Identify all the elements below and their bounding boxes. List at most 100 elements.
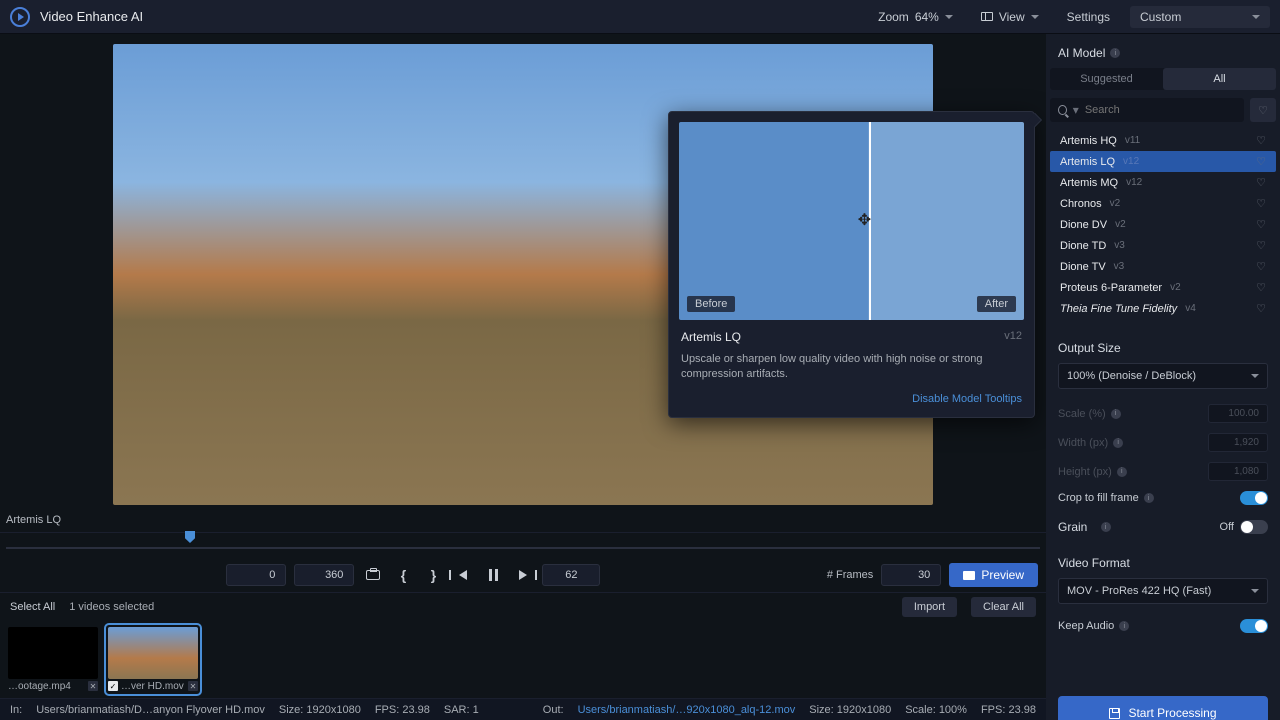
favorite-button[interactable]: ♡	[1256, 155, 1266, 168]
in-frame-input[interactable]: 0	[226, 564, 286, 586]
out-path-link[interactable]: Users/brianmatiash/…920x1080_alq-12.mov	[578, 704, 796, 716]
crop-row: Crop to fill frame	[1046, 486, 1280, 510]
model-row[interactable]: Theia Fine Tune Fidelityv4♡	[1050, 298, 1276, 319]
current-frame-input[interactable]: 62	[542, 564, 600, 586]
settings-button[interactable]: Settings	[1067, 10, 1110, 24]
crop-toggle[interactable]	[1240, 491, 1268, 505]
model-name: Dione TV	[1060, 261, 1106, 273]
disable-tooltips-link[interactable]: Disable Model Tooltips	[681, 393, 1022, 405]
model-name: Proteus 6-Parameter	[1060, 282, 1162, 294]
chevron-down-icon	[1251, 589, 1259, 593]
info-icon[interactable]	[1117, 467, 1127, 477]
prev-frame-button[interactable]	[452, 564, 474, 586]
info-icon[interactable]	[1119, 621, 1129, 631]
import-button[interactable]: Import	[902, 597, 957, 617]
video-thumbnail[interactable]: …ootage.mp4 ✕	[8, 627, 98, 692]
start-processing-button[interactable]: Start Processing	[1058, 696, 1268, 720]
preview-button[interactable]: Preview	[949, 563, 1038, 587]
prev-icon	[459, 570, 467, 580]
keep-audio-toggle[interactable]	[1240, 619, 1268, 633]
favorite-button[interactable]: ♡	[1256, 302, 1266, 315]
video-viewport[interactable]: Artemis LQ ✥ Before After Artemis LQ v12	[0, 34, 1046, 532]
preset-select[interactable]: Custom	[1130, 6, 1270, 28]
title-bar: Video Enhance AI Zoom 64% View Settings …	[0, 0, 1280, 34]
clear-all-button[interactable]: Clear All	[971, 597, 1036, 617]
favorite-button[interactable]: ♡	[1256, 281, 1266, 294]
model-row[interactable]: Dione TVv3♡	[1050, 256, 1276, 277]
zoom-value: 64%	[915, 10, 939, 24]
zoom-label: Zoom	[878, 10, 909, 24]
before-badge: Before	[687, 296, 735, 312]
tab-all[interactable]: All	[1163, 68, 1276, 90]
height-value: 1,080	[1208, 462, 1268, 481]
model-version: v4	[1185, 303, 1196, 314]
model-row[interactable]: Dione DVv2♡	[1050, 214, 1276, 235]
width-row: Width (px) 1,920	[1046, 428, 1280, 457]
select-all-button[interactable]: Select All	[10, 601, 55, 613]
app-title: Video Enhance AI	[40, 9, 143, 24]
favorite-button[interactable]: ♡	[1256, 218, 1266, 231]
thumbnail-filename: …ootage.mp4	[8, 681, 85, 692]
pause-icon	[489, 569, 498, 581]
remove-thumbnail-button[interactable]: ✕	[188, 681, 198, 691]
model-row[interactable]: Chronosv2♡	[1050, 193, 1276, 214]
before-after-compare[interactable]: ✥ Before After	[679, 122, 1024, 320]
model-row[interactable]: Proteus 6-Parameterv2♡	[1050, 277, 1276, 298]
tooltip-model-version: v12	[1004, 330, 1022, 344]
height-row: Height (px) 1,080	[1046, 457, 1280, 486]
frames-input[interactable]: 30	[881, 564, 941, 586]
thumbnail-image	[8, 627, 98, 679]
tab-suggested[interactable]: Suggested	[1050, 68, 1163, 90]
mark-in-button[interactable]	[392, 564, 414, 586]
info-icon[interactable]	[1144, 493, 1154, 503]
zoom-control[interactable]: Zoom 64%	[878, 10, 953, 24]
ai-model-heading: AI Model	[1046, 34, 1280, 68]
grain-toggle[interactable]	[1240, 520, 1268, 534]
save-icon	[1109, 708, 1120, 719]
view-control[interactable]: View	[973, 6, 1047, 28]
scale-value: 100.00	[1208, 404, 1268, 423]
compare-slider-handle[interactable]: ✥	[858, 210, 880, 232]
heart-icon: ♡	[1258, 104, 1268, 117]
next-frame-button[interactable]	[512, 564, 534, 586]
keep-audio-row: Keep Audio	[1046, 614, 1280, 638]
remove-thumbnail-button[interactable]: ✕	[88, 681, 98, 691]
favorite-button[interactable]: ♡	[1256, 197, 1266, 210]
model-row[interactable]: Artemis HQ v11 ♡	[1050, 130, 1276, 151]
info-icon[interactable]	[1101, 522, 1111, 532]
chevron-down-icon	[945, 15, 953, 19]
out-frame-input[interactable]: 360	[294, 564, 354, 586]
favorite-button[interactable]: ♡	[1256, 176, 1266, 189]
chevron-down-icon	[1031, 15, 1039, 19]
favorite-button[interactable]: ♡	[1256, 260, 1266, 273]
output-size-select[interactable]: 100% (Denoise / DeBlock)	[1058, 363, 1268, 389]
model-version: v2	[1115, 219, 1126, 230]
info-icon[interactable]	[1111, 409, 1121, 419]
selected-count: 1 videos selected	[69, 601, 154, 613]
out-fps: FPS: 23.98	[981, 704, 1036, 716]
model-name: Artemis HQ	[1060, 135, 1117, 147]
pause-button[interactable]	[482, 564, 504, 586]
favorite-button[interactable]: ♡	[1256, 134, 1266, 147]
model-row[interactable]: Artemis LQv12♡	[1050, 151, 1276, 172]
snapshot-button[interactable]	[362, 564, 384, 586]
width-value: 1,920	[1208, 433, 1268, 452]
info-icon[interactable]	[1113, 438, 1123, 448]
favorite-button[interactable]: ♡	[1256, 239, 1266, 252]
timeline[interactable]	[0, 532, 1046, 558]
playhead[interactable]	[185, 531, 195, 543]
video-format-select[interactable]: MOV - ProRes 422 HQ (Fast)	[1058, 578, 1268, 604]
favorites-filter-button[interactable]: ♡	[1250, 98, 1276, 122]
output-size-heading: Output Size	[1046, 329, 1280, 363]
in-size: Size: 1920x1080	[279, 704, 361, 716]
view-icon	[981, 12, 993, 21]
video-thumbnail[interactable]: ✓ …ver HD.mov ✕	[106, 625, 200, 694]
model-row[interactable]: Dione TDv3♡	[1050, 235, 1276, 256]
thumbnail-checkbox[interactable]: ✓	[108, 681, 118, 691]
mark-out-button[interactable]	[422, 564, 444, 586]
info-icon[interactable]	[1110, 48, 1120, 58]
model-row[interactable]: Artemis MQv12♡	[1050, 172, 1276, 193]
out-size: Size: 1920x1080	[809, 704, 891, 716]
model-search-input[interactable]: ▾	[1050, 98, 1244, 122]
model-version: v11	[1125, 135, 1140, 146]
